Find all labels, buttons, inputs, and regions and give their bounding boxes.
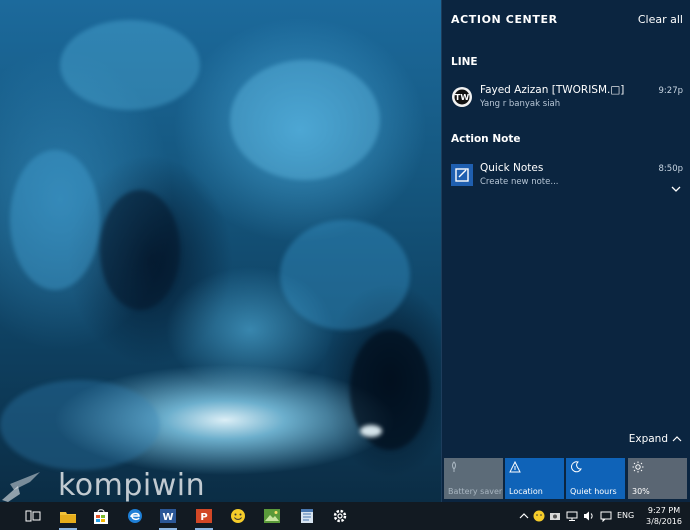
action-center-title: ACTION CENTER	[451, 13, 558, 26]
location-tile[interactable]: Location	[505, 458, 564, 499]
action-center-panel: ACTION CENTER Clear all LINE TW Fayed Az…	[441, 0, 690, 502]
expand-button[interactable]: Expand	[629, 433, 682, 445]
battery-saver-tile[interactable]: Battery saver	[444, 458, 503, 499]
svg-text:P: P	[200, 512, 207, 523]
svg-text:TW: TW	[455, 93, 469, 102]
settings-icon[interactable]	[329, 505, 351, 527]
network-icon[interactable]	[566, 510, 578, 522]
taskbar: W P ENG 9:27 PM 3/8/2016	[0, 502, 690, 530]
notification-title: Fayed Azizan [TWORISM.□]	[480, 84, 625, 96]
quick-notes-icon	[451, 164, 473, 186]
notification-time: 9:27p	[658, 86, 683, 96]
emoji-app-icon[interactable]	[227, 505, 249, 527]
svg-text:W: W	[162, 512, 173, 523]
edge-icon[interactable]	[124, 505, 146, 527]
brightness-tile[interactable]: 30%	[628, 458, 687, 499]
quiet-hours-tile[interactable]: Quiet hours	[566, 458, 625, 499]
expand-label: Expand	[628, 433, 668, 445]
tile-label: Quiet hours	[570, 487, 617, 496]
store-icon[interactable]	[90, 505, 112, 527]
group-header-action-note[interactable]: Action Note	[451, 133, 520, 145]
language-indicator[interactable]: ENG	[617, 511, 634, 520]
notification-title: Quick Notes	[480, 162, 544, 174]
watermark-text: kompiwin	[58, 468, 206, 502]
group-header-line[interactable]: LINE	[451, 56, 478, 68]
notification-body: Yang r banyak siah	[480, 99, 561, 109]
line-app-icon: TW	[451, 86, 473, 108]
clock[interactable]: 9:27 PM 3/8/2016	[644, 505, 684, 527]
clock-time: 9:27 PM	[647, 506, 681, 515]
file-explorer-icon[interactable]	[57, 505, 79, 530]
notification-line[interactable]: TW Fayed Azizan [TWORISM.□] Yang r banya…	[442, 82, 690, 118]
location-icon	[509, 461, 521, 473]
brightness-icon	[632, 461, 644, 473]
emoji-tray-icon[interactable]	[533, 510, 545, 522]
chevron-up-icon[interactable]	[518, 510, 530, 522]
kompiwin-logo	[0, 470, 44, 502]
message-icon[interactable]	[600, 510, 612, 522]
powerpoint-icon[interactable]: P	[193, 505, 215, 530]
notification-quick-notes[interactable]: Quick Notes Create new note... 8:50p	[442, 160, 690, 196]
photo-app-icon[interactable]	[261, 505, 283, 527]
camera-tray-icon[interactable]	[549, 510, 561, 522]
tile-label: Battery saver	[448, 487, 503, 496]
tile-label: Location	[509, 487, 543, 496]
volume-icon[interactable]	[583, 510, 595, 522]
notification-time: 8:50p	[658, 164, 683, 174]
task-view-icon[interactable]	[22, 505, 44, 527]
desktop-wallpaper: kompiwin	[0, 0, 441, 502]
clock-date: 3/8/2016	[646, 517, 682, 526]
chevron-up-icon	[672, 436, 682, 442]
moon-icon	[571, 461, 582, 473]
expand-notification-chevron-icon[interactable]	[670, 179, 682, 192]
notification-body: Create new note...	[480, 177, 559, 187]
tile-label: 30%	[632, 487, 650, 496]
kompiwin-watermark: kompiwin	[0, 470, 205, 502]
clear-all-button[interactable]: Clear all	[638, 13, 683, 26]
word-icon[interactable]: W	[157, 505, 179, 530]
battery-saver-icon	[452, 461, 456, 472]
notepad-app-icon[interactable]	[296, 505, 318, 527]
